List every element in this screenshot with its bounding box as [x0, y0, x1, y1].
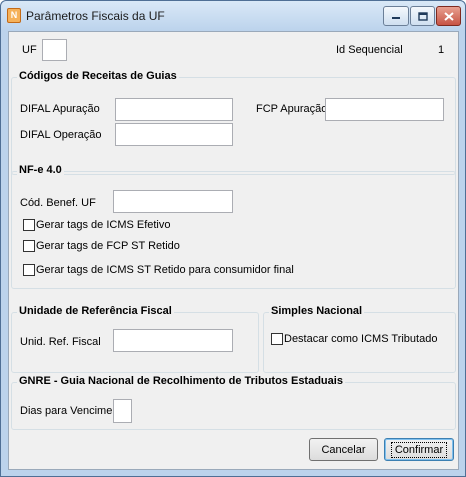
confirm-button[interactable]: Confirmar: [384, 438, 454, 461]
maximize-button[interactable]: [410, 6, 435, 26]
minimize-button[interactable]: [383, 6, 409, 26]
checkbox-label: Gerar tags de ICMS ST Retido para consum…: [36, 264, 294, 276]
window-title: Parâmetros Fiscais da UF: [26, 9, 165, 23]
dias-vencimento-label: Dias para Vencimento: [20, 405, 128, 417]
app-icon: N: [7, 8, 21, 23]
check-destacar-icms[interactable]: Destacar como ICMS Tributado: [271, 333, 437, 345]
maximize-icon: [417, 11, 428, 21]
dialog-body: UF Id Sequencial 1 Códigos de Receitas d…: [8, 31, 459, 470]
check-icms-efetivo[interactable]: Gerar tags de ICMS Efetivo: [23, 219, 171, 231]
uf-input[interactable]: [42, 39, 67, 61]
difal-operacao-input[interactable]: [115, 123, 233, 146]
check-fcp-st-retido[interactable]: Gerar tags de FCP ST Retido: [23, 240, 180, 252]
nfe-title: NF-e 4.0: [17, 164, 64, 176]
checkbox-label: Destacar como ICMS Tributado: [284, 333, 438, 345]
difal-operacao-label: DIFAL Operação: [20, 129, 102, 141]
dialog-window: N Parâmetros Fiscais da UF UF Id Sequenc…: [0, 0, 466, 477]
close-icon: [443, 11, 454, 21]
cancel-button-label: Cancelar: [321, 443, 366, 456]
cancel-button[interactable]: Cancelar: [309, 438, 378, 461]
checkbox-label: Gerar tags de FCP ST Retido: [36, 240, 180, 252]
cod-benef-input[interactable]: [113, 190, 233, 213]
cod-benef-label: Cód. Benef. UF: [20, 197, 96, 209]
checkbox[interactable]: [23, 219, 35, 231]
id-sequencial-label: Id Sequencial: [336, 44, 403, 56]
close-button[interactable]: [436, 6, 461, 26]
unid-ref-input[interactable]: [113, 329, 233, 352]
confirm-button-label: Confirmar: [390, 441, 448, 458]
checkbox-label: Gerar tags de ICMS Efetivo: [36, 219, 171, 231]
uf-label: UF: [22, 44, 37, 56]
ufr-title: Unidade de Referência Fiscal: [17, 305, 174, 317]
checkbox[interactable]: [23, 240, 35, 252]
title-bar[interactable]: N Parâmetros Fiscais da UF: [1, 1, 465, 31]
codigos-receitas-group: [11, 77, 456, 175]
simples-title: Simples Nacional: [269, 305, 365, 317]
checkbox[interactable]: [23, 264, 35, 276]
difal-apuracao-input[interactable]: [115, 98, 233, 121]
codigos-receitas-title: Códigos de Receitas de Guias: [17, 70, 179, 82]
minimize-icon: [392, 17, 400, 19]
unid-ref-label: Unid. Ref. Fiscal: [20, 336, 101, 348]
check-icms-st-retido[interactable]: Gerar tags de ICMS ST Retido para consum…: [23, 264, 294, 276]
fcp-apuracao-label: FCP Apuração: [256, 103, 328, 115]
fcp-apuracao-input[interactable]: [325, 98, 444, 121]
id-sequencial-value: 1: [438, 44, 445, 56]
difal-apuracao-label: DIFAL Apuração: [20, 103, 100, 115]
checkbox[interactable]: [271, 333, 283, 345]
gnre-title: GNRE - Guia Nacional de Recolhimento de …: [17, 375, 345, 387]
dias-vencimento-input[interactable]: [113, 399, 132, 423]
